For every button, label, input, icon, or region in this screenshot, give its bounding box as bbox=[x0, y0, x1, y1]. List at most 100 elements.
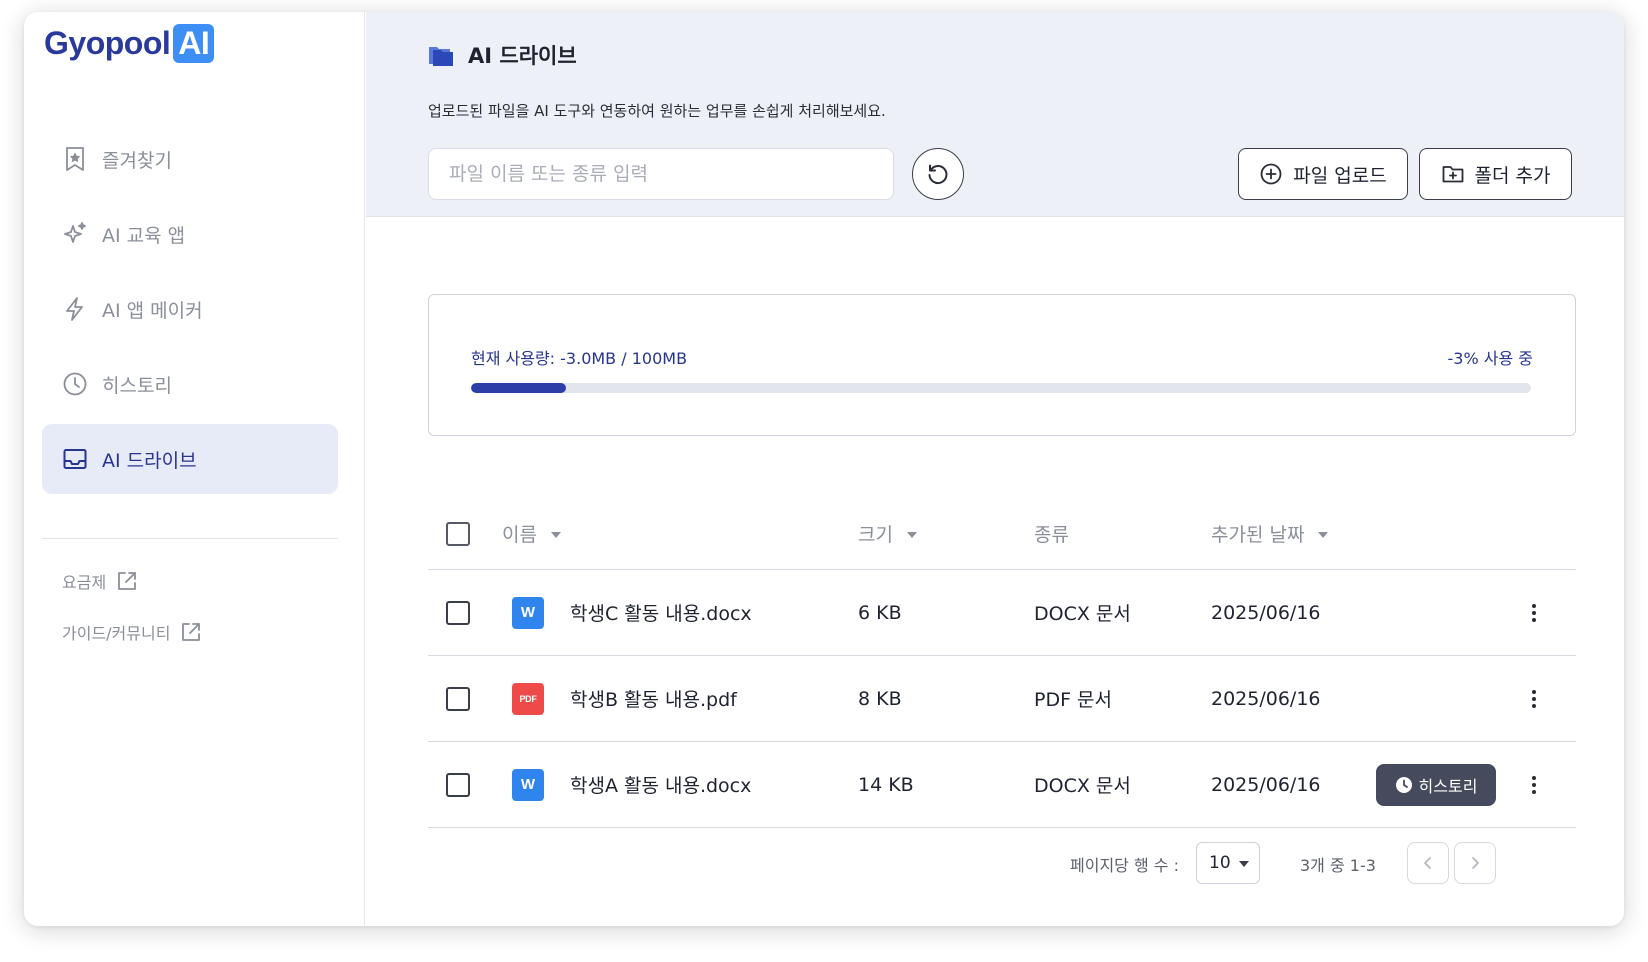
lightning-icon bbox=[60, 294, 90, 324]
file-type: PDF 문서 bbox=[1034, 689, 1113, 711]
file-name: 학생B 활동 내용.pdf bbox=[570, 689, 737, 711]
sidebar-item-label: AI 교육 앱 bbox=[102, 224, 186, 247]
chevron-right-icon bbox=[1472, 857, 1479, 869]
rows-per-page-value: 10 bbox=[1209, 853, 1231, 873]
inbox-tray-icon bbox=[60, 444, 90, 474]
page-title-text: AI 드라이브 bbox=[468, 44, 577, 68]
history-button[interactable]: 히스토리 bbox=[1376, 763, 1496, 806]
sidebar-item-ai-app-maker[interactable]: AI 앱 메이커 bbox=[42, 274, 338, 344]
column-header-size-label: 크기 bbox=[858, 524, 893, 546]
add-folder-button[interactable]: 폴더 추가 bbox=[1419, 148, 1572, 200]
guide-community-link-label: 가이드/커뮤니티 bbox=[62, 624, 171, 643]
refresh-icon bbox=[928, 164, 948, 184]
file-table: 이름 크기 종류 추가된 날짜 W 학생C 활동 내용.docx 6 KB DO… bbox=[428, 498, 1576, 828]
pricing-link[interactable]: 요금제 bbox=[62, 568, 202, 594]
word-file-icon: W bbox=[512, 596, 544, 629]
column-header-date[interactable]: 추가된 날짜 bbox=[1211, 520, 1329, 547]
file-size: 6 KB bbox=[858, 601, 902, 624]
file-name-cell[interactable]: W 학생A 활동 내용.docx bbox=[500, 768, 752, 801]
upload-file-label: 파일 업로드 bbox=[1293, 164, 1387, 187]
row-checkbox[interactable] bbox=[446, 772, 470, 797]
pagination-range: 3개 중 1-3 bbox=[1300, 856, 1376, 875]
table-row[interactable]: W 학생C 활동 내용.docx 6 KB DOCX 문서 2025/06/16 bbox=[428, 570, 1576, 656]
logo-text: Gyopool bbox=[44, 25, 171, 61]
select-all-checkbox[interactable] bbox=[446, 521, 470, 546]
sidebar-item-history[interactable]: 히스토리 bbox=[42, 349, 338, 419]
chevron-down-icon bbox=[1239, 861, 1249, 867]
file-name-cell[interactable]: W 학생C 활동 내용.docx bbox=[500, 596, 752, 629]
history-button-label: 히스토리 bbox=[1418, 776, 1478, 796]
storage-usage-label: 현재 사용량: -3.0MB / 100MB bbox=[471, 349, 688, 368]
page-title: AI 드라이브 bbox=[426, 40, 577, 70]
more-options-icon[interactable] bbox=[1522, 765, 1546, 805]
page-subtitle: 업로드된 파일을 AI 도구와 연동하여 원하는 업무를 손쉽게 처리해보세요. bbox=[428, 102, 886, 120]
refresh-button[interactable] bbox=[912, 148, 964, 200]
file-date: 2025/06/16 bbox=[1211, 601, 1321, 624]
row-checkbox[interactable] bbox=[446, 600, 470, 625]
clock-icon bbox=[60, 369, 90, 399]
file-name: 학생A 활동 내용.docx bbox=[570, 775, 752, 797]
more-options-icon[interactable] bbox=[1522, 679, 1546, 719]
word-file-icon: W bbox=[512, 768, 544, 801]
pagination: 페이지당 행 수 : 10 3개 중 1-3 bbox=[366, 842, 1624, 884]
clock-icon bbox=[1395, 776, 1412, 793]
sidebar-item-favorites[interactable]: 즐겨찾기 bbox=[42, 124, 338, 194]
add-folder-label: 폴더 추가 bbox=[1474, 164, 1551, 187]
page-header: AI 드라이브 업로드된 파일을 AI 도구와 연동하여 원하는 업무를 손쉽게… bbox=[366, 12, 1624, 217]
table-header-row: 이름 크기 종류 추가된 날짜 bbox=[428, 498, 1576, 570]
guide-community-link[interactable]: 가이드/커뮤니티 bbox=[62, 619, 202, 645]
column-header-type: 종류 bbox=[1034, 520, 1069, 547]
pricing-link-label: 요금제 bbox=[62, 573, 107, 592]
table-row[interactable]: W 학생A 활동 내용.docx 14 KB DOCX 문서 2025/06/1… bbox=[428, 742, 1576, 828]
sort-caret-icon[interactable] bbox=[550, 532, 561, 538]
upload-file-button[interactable]: 파일 업로드 bbox=[1238, 148, 1408, 200]
sidebar-links: 요금제 가이드/커뮤니티 bbox=[62, 568, 202, 670]
app-window: Gyopool AI 즐겨찾기 AI 교육 앱 AI 앱 메이커 히스토리 AI… bbox=[24, 12, 1624, 926]
external-link-icon bbox=[182, 623, 201, 641]
sidebar-item-ai-edu-apps[interactable]: AI 교육 앱 bbox=[42, 199, 338, 269]
sidebar-item-label: 즐겨찾기 bbox=[102, 149, 172, 172]
sort-caret-icon[interactable] bbox=[1318, 532, 1329, 538]
folders-icon bbox=[429, 47, 453, 66]
sidebar: Gyopool AI 즐겨찾기 AI 교육 앱 AI 앱 메이커 히스토리 AI… bbox=[24, 12, 365, 926]
sidebar-nav: 즐겨찾기 AI 교육 앱 AI 앱 메이커 히스토리 AI 드라이브 bbox=[42, 124, 338, 499]
sidebar-item-label: AI 앱 메이커 bbox=[102, 299, 203, 322]
logo[interactable]: Gyopool AI bbox=[44, 24, 215, 63]
column-header-size[interactable]: 크기 bbox=[858, 520, 917, 547]
sidebar-item-ai-drive[interactable]: AI 드라이브 bbox=[42, 424, 338, 494]
sparkle-icon bbox=[60, 219, 90, 249]
table-row[interactable]: PDF 학생B 활동 내용.pdf 8 KB PDF 문서 2025/06/16 bbox=[428, 656, 1576, 742]
pdf-file-icon: PDF bbox=[512, 682, 544, 715]
storage-progress-fill bbox=[471, 383, 567, 393]
main-content: AI 드라이브 업로드된 파일을 AI 도구와 연동하여 원하는 업무를 손쉽게… bbox=[366, 12, 1624, 926]
column-header-name-label: 이름 bbox=[502, 524, 537, 546]
bookmark-star-icon bbox=[60, 144, 90, 174]
sort-caret-icon[interactable] bbox=[906, 532, 917, 538]
file-date: 2025/06/16 bbox=[1211, 773, 1321, 796]
column-header-type-label: 종류 bbox=[1034, 524, 1069, 546]
column-header-date-label: 추가된 날짜 bbox=[1211, 524, 1305, 546]
column-header-name[interactable]: 이름 bbox=[502, 520, 561, 547]
plus-circle-icon bbox=[1260, 163, 1282, 185]
file-date: 2025/06/16 bbox=[1211, 687, 1321, 710]
file-size: 8 KB bbox=[858, 687, 902, 710]
search-input[interactable] bbox=[428, 148, 894, 200]
next-page-button[interactable] bbox=[1454, 842, 1496, 884]
file-type: DOCX 문서 bbox=[1034, 775, 1131, 797]
file-type: DOCX 문서 bbox=[1034, 603, 1131, 625]
row-checkbox[interactable] bbox=[446, 686, 470, 711]
file-name: 학생C 활동 내용.docx bbox=[570, 603, 752, 625]
storage-usage-percent: -3% 사용 중 bbox=[1447, 349, 1534, 368]
storage-progress-track bbox=[471, 383, 1531, 393]
folder-plus-icon bbox=[1442, 166, 1463, 183]
logo-ai-badge: AI bbox=[173, 24, 215, 63]
external-link-icon bbox=[118, 572, 137, 590]
rows-per-page-select[interactable]: 10 bbox=[1196, 842, 1260, 884]
chevron-left-icon bbox=[1424, 857, 1431, 869]
sidebar-item-label: AI 드라이브 bbox=[102, 449, 197, 472]
file-size: 14 KB bbox=[858, 773, 914, 796]
more-options-icon[interactable] bbox=[1522, 593, 1546, 633]
file-name-cell[interactable]: PDF 학생B 활동 내용.pdf bbox=[500, 682, 737, 715]
sidebar-divider bbox=[42, 538, 338, 539]
previous-page-button[interactable] bbox=[1407, 842, 1449, 884]
